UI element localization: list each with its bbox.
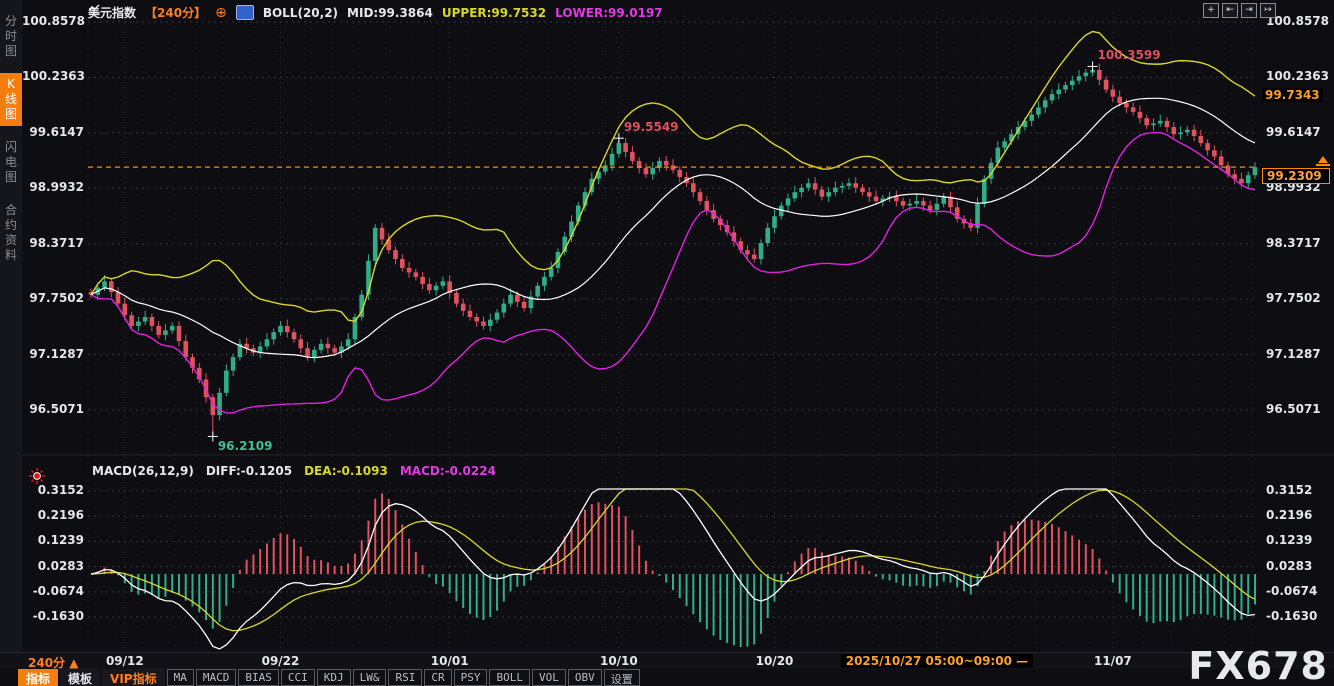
date-tick-label: 09/12 [106,654,144,668]
toolbar-button-指标[interactable]: 指标 [18,669,58,686]
sidebar-item-4[interactable]: 合约资料 [0,199,22,267]
sidebar-item-2[interactable]: K线图 [0,73,22,126]
main-axis-tick-right: 99.6147 [1266,125,1321,139]
time-axis: 240分 ▲ 09/1209/2210/0110/1010/202025/10/… [0,652,1334,669]
toolbar-button-CCI[interactable]: CCI [281,669,315,686]
toolbar-button-MACD[interactable]: MACD [196,669,237,686]
boll-mid-value: MID:99.3864 [347,6,433,20]
pan-icon[interactable]: + [1203,3,1219,18]
chart-type-sidebar: 分时图 K线图闪电图合约资料 [0,0,22,655]
main-axis-tick-left: 96.5071 [22,402,84,416]
date-tick-label: 09/22 [262,654,300,668]
macd-header: MACD(26,12,9) DIFF:-0.1205 DEA:-0.1093 M… [92,464,496,478]
extreme-price-annotation: 96.2109 [218,439,273,453]
macd-axis-tick-left: 0.1239 [22,533,84,547]
main-axis-tick-left: 99.6147 [22,125,84,139]
main-axis-tick-left: 100.8578 [22,14,84,28]
toolbar-button-PSY[interactable]: PSY [454,669,488,686]
date-tick-label: 10/10 [600,654,638,668]
toolbar-button-KDJ[interactable]: KDJ [317,669,351,686]
toolbar-button-LW&[interactable]: LW& [353,669,387,686]
triangle-up-icon: ▲ [69,656,78,670]
extreme-price-annotation: 100.3599 [1098,48,1161,62]
toolbar-button-模板[interactable]: 模板 [60,669,100,686]
main-axis-tick-left: 97.1287 [22,347,84,361]
main-axis-tick-left: 98.9932 [22,180,84,194]
go-to-latest-icon[interactable]: ↦ [1260,3,1276,18]
macd-axis-tick-right: 0.3152 [1266,483,1312,497]
toolbar-button-VIP指标[interactable]: VIP指标 [102,669,165,686]
macd-macd-value: MACD:-0.0224 [400,464,496,478]
main-axis-tick-right: 100.2363 [1266,69,1329,83]
main-axis-tick-left: 97.7502 [22,291,84,305]
extreme-price-annotation: 99.5549 [624,120,679,134]
circle-plus-icon[interactable]: ⊕ [215,7,227,19]
macd-axis-tick-right: 0.0283 [1266,559,1312,573]
watermark-logo: FX678 [1188,644,1328,686]
macd-axis-tick-right: -0.1630 [1266,609,1317,623]
boll-indicator-label: BOLL(20,2) [263,6,338,20]
alarm-flash-icon[interactable] [28,467,46,485]
toolbar-button-MA[interactable]: MA [167,669,194,686]
macd-axis-tick-left: -0.0674 [22,584,84,598]
chart-header: 美元指数 【240分】 ⊕ BOLL(20,2) MID:99.3864 UPP… [88,4,663,21]
boll-upper-value: UPPER:99.7532 [442,6,546,20]
compress-right-icon[interactable]: ⇥ [1241,3,1257,18]
price-alert-icon-base [1316,164,1330,166]
toolbar-button-设置[interactable]: 设置 [604,669,640,686]
indicator-chart-icon[interactable] [236,5,254,20]
boll-upper-price-tag: 99.7343 [1262,88,1323,102]
toolbar-button-RSI[interactable]: RSI [388,669,422,686]
macd-axis-tick-right: -0.0674 [1266,584,1317,598]
sidebar-item-1[interactable]: 分时图 [0,10,22,63]
macd-axis-tick-left: 0.2196 [22,508,84,522]
period-label: 【240分】 [145,4,206,21]
macd-dea-value: DEA:-0.1093 [304,464,388,478]
macd-diff-value: DIFF:-0.1205 [206,464,292,478]
toolbar-button-OBV[interactable]: OBV [568,669,602,686]
toolbar-button-CR[interactable]: CR [424,669,451,686]
macd-axis-tick-left: 0.3152 [22,483,84,497]
main-axis-tick-right: 98.3717 [1266,236,1321,250]
selected-candle-time-label: 2025/10/27 05:00~09:00 — [841,654,1033,668]
date-tick-label: 11/07 [1094,654,1132,668]
chart-canvas[interactable] [0,0,1334,686]
toolbar-button-BIAS[interactable]: BIAS [238,669,279,686]
last-price-tag: 99.2309 [1262,168,1330,184]
macd-axis-tick-right: 0.1239 [1266,533,1312,547]
date-tick-label: 10/20 [756,654,794,668]
main-axis-tick-left: 98.3717 [22,236,84,250]
boll-lower-value: LOWER:99.0197 [555,6,663,20]
sidebar-item-3[interactable]: 闪电图 [0,136,22,189]
indicator-toolbar: 指标模板VIP指标MAMACDBIASCCIKDJLW&RSICRPSYBOLL… [18,669,640,686]
trading-app: 分时图 K线图闪电图合约资料 美元指数 【240分】 ⊕ BOLL(20,2) M… [0,0,1334,686]
toolbar-button-BOLL[interactable]: BOLL [489,669,530,686]
macd-axis-tick-left: -0.1630 [22,609,84,623]
date-tick-label: 10/01 [431,654,469,668]
main-axis-tick-right: 96.5071 [1266,402,1321,416]
macd-title: MACD(26,12,9) [92,464,194,478]
compress-left-icon[interactable]: ⇤ [1222,3,1238,18]
macd-axis-tick-right: 0.2196 [1266,508,1312,522]
toolbar-button-VOL[interactable]: VOL [532,669,566,686]
main-axis-tick-left: 100.2363 [22,69,84,83]
price-alert-icon[interactable] [1318,156,1328,163]
main-axis-tick-right: 97.1287 [1266,347,1321,361]
macd-axis-tick-left: 0.0283 [22,559,84,573]
chart-controls: +⇤⇥↦ [1203,3,1276,18]
main-axis-tick-right: 97.7502 [1266,291,1321,305]
